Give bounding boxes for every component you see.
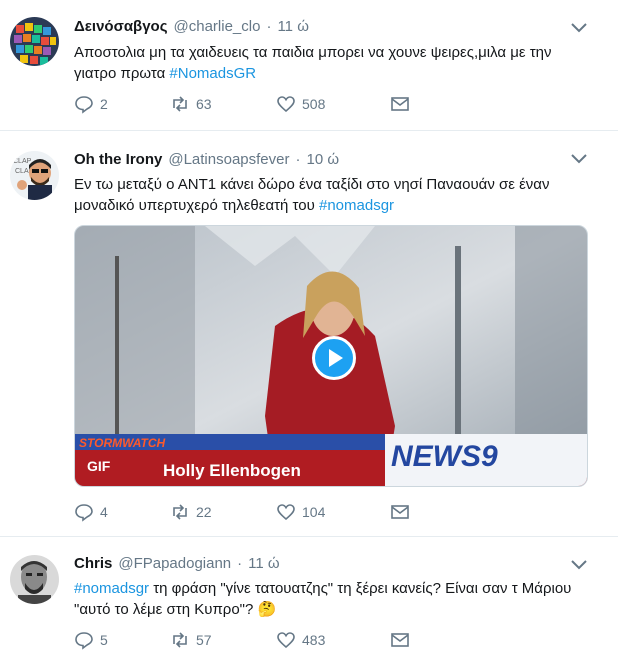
display-name[interactable]: Oh the Irony xyxy=(74,151,162,168)
like-count: 508 xyxy=(302,96,326,112)
chevron-down-icon[interactable] xyxy=(570,559,588,571)
timestamp[interactable]: 10 ώ xyxy=(306,151,339,168)
retweet-count: 57 xyxy=(196,632,212,648)
user-handle[interactable]: @Latinsoapsfever xyxy=(168,151,289,168)
reply-icon xyxy=(75,96,93,114)
reply-count: 5 xyxy=(100,632,108,648)
direct-message-button[interactable] xyxy=(390,630,416,650)
tweet-text: Αποστολια μη τα χαιδευεις τα παιδια μπορ… xyxy=(74,42,594,84)
reply-button[interactable]: 2 xyxy=(74,94,108,114)
tweet-header: Oh the Irony @Latinsoapsfever · 10 ώ xyxy=(74,151,339,168)
svg-text:CLAP: CLAP xyxy=(13,158,32,165)
play-icon xyxy=(329,349,343,367)
timestamp[interactable]: 11 ώ xyxy=(248,555,279,572)
chevron-down-icon[interactable] xyxy=(570,153,588,165)
like-button[interactable]: 483 xyxy=(276,630,325,650)
hashtag-link[interactable]: #nomadsgr xyxy=(319,197,394,214)
reply-count: 2 xyxy=(100,96,108,112)
tweet-actions: 2 63 508 xyxy=(74,94,414,114)
reply-icon xyxy=(75,632,93,650)
reply-button[interactable]: 4 xyxy=(74,502,108,522)
retweet-button[interactable]: 57 xyxy=(170,630,212,650)
gif-media[interactable]: STORMWATCH Holly Ellenbogen NEWS9 GIF xyxy=(74,225,588,487)
like-button[interactable]: 508 xyxy=(276,94,325,114)
display-name[interactable]: Δεινόσαβγος xyxy=(74,18,168,35)
like-button[interactable]: 104 xyxy=(276,502,325,522)
envelope-icon xyxy=(391,97,409,111)
chevron-down-icon[interactable] xyxy=(570,22,588,34)
retweet-button[interactable]: 63 xyxy=(170,94,212,114)
tweet-body: Εν τω μεταξύ ο ΑΝΤ1 κάνει δώρο ένα ταξίδ… xyxy=(74,176,550,214)
tweet-header: Chris @FPapadogiann · 11 ώ xyxy=(74,555,280,572)
ticker-left-text: STORMWATCH xyxy=(79,436,166,450)
display-name[interactable]: Chris xyxy=(74,555,112,572)
avatar[interactable] xyxy=(10,17,59,66)
retweet-button[interactable]: 22 xyxy=(170,502,212,522)
user-handle[interactable]: @charlie_clo xyxy=(174,18,261,35)
ticker-caption: Holly Ellenbogen xyxy=(163,461,301,480)
envelope-icon xyxy=(391,633,409,647)
like-count: 483 xyxy=(302,632,326,648)
heart-icon xyxy=(277,96,295,113)
avatar[interactable] xyxy=(10,555,59,604)
reply-count: 4 xyxy=(100,504,108,520)
tweet[interactable]: Δεινόσαβγος @charlie_clo · 11 ώ Αποστολι… xyxy=(0,0,618,130)
avatar[interactable]: CLAP CLAP xyxy=(10,151,59,200)
user-handle[interactable]: @FPapadogiann xyxy=(118,555,231,572)
retweet-count: 63 xyxy=(196,96,212,112)
hashtag-link[interactable]: #nomadsgr xyxy=(74,580,149,597)
direct-message-button[interactable] xyxy=(390,94,416,114)
gif-badge: GIF xyxy=(87,458,111,474)
tweet-body: Αποστολια μη τα χαιδευεις τα παιδια μπορ… xyxy=(74,44,552,82)
tweet-feed: Δεινόσαβγος @charlie_clo · 11 ώ Αποστολι… xyxy=(0,0,618,668)
tweet[interactable]: CLAP CLAP Oh the Irony @Latinsoapsfever … xyxy=(0,131,618,536)
tweet-actions: 4 22 104 xyxy=(74,502,414,522)
like-count: 104 xyxy=(302,504,326,520)
reply-icon xyxy=(75,504,93,522)
tweet-body-tail: τη φράση "γίνε τατουατζης" τη ξέρει κανε… xyxy=(74,580,572,618)
tweet[interactable]: Chris @FPapadogiann · 11 ώ #nomadsgr τη … xyxy=(0,537,618,668)
envelope-icon xyxy=(391,505,409,519)
retweet-icon xyxy=(173,96,187,112)
heart-icon xyxy=(277,504,295,521)
tweet-actions: 5 57 483 xyxy=(74,630,414,650)
tweet-text: #nomadsgr τη φράση "γίνε τατουατζης" τη … xyxy=(74,578,594,620)
direct-message-button[interactable] xyxy=(390,502,416,522)
heart-icon xyxy=(277,632,295,649)
play-button[interactable] xyxy=(312,336,356,380)
reply-button[interactable]: 5 xyxy=(74,630,108,650)
news-logo-text: NEWS9 xyxy=(391,440,498,473)
separator-dot: · xyxy=(295,151,301,168)
separator-dot: · xyxy=(237,555,243,572)
retweet-count: 22 xyxy=(196,504,212,520)
separator-dot: · xyxy=(266,18,272,35)
retweet-icon xyxy=(173,632,187,648)
retweet-icon xyxy=(173,504,187,520)
tweet-header: Δεινόσαβγος @charlie_clo · 11 ώ xyxy=(74,18,309,35)
hashtag-link[interactable]: #NomadsGR xyxy=(169,65,256,82)
timestamp[interactable]: 11 ώ xyxy=(277,18,308,35)
tweet-text: Εν τω μεταξύ ο ΑΝΤ1 κάνει δώρο ένα ταξίδ… xyxy=(74,174,594,216)
